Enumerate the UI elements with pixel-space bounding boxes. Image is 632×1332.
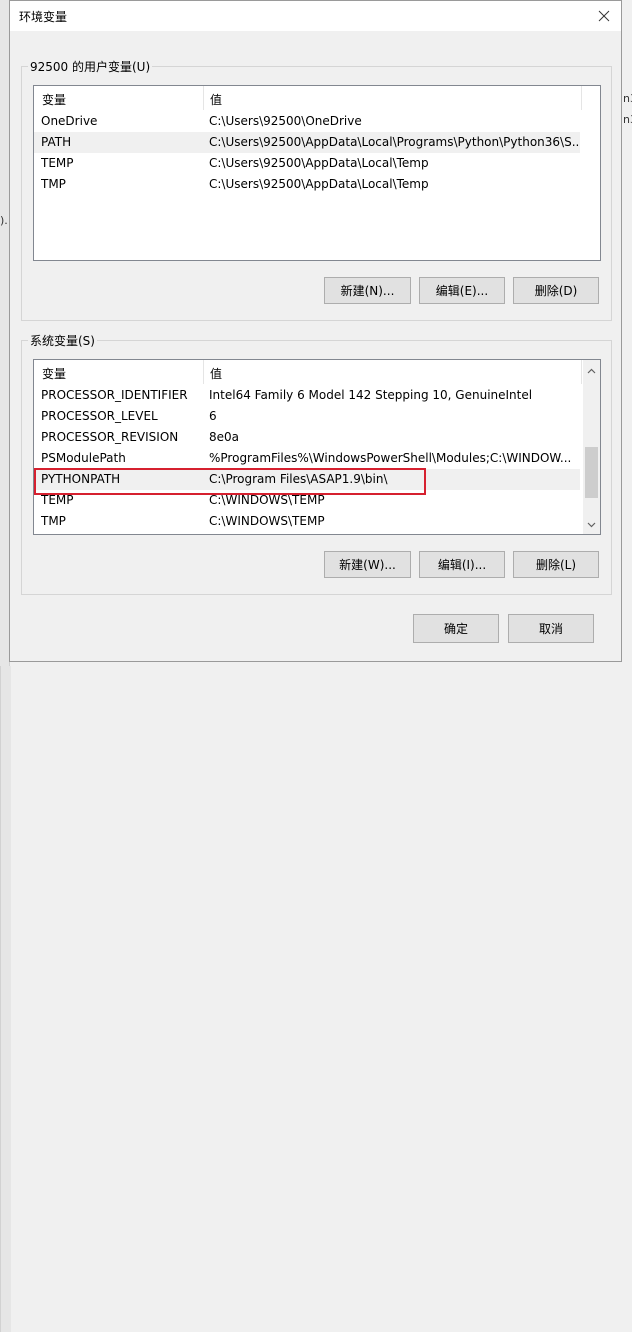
system-new-button[interactable]: 新建(W)... xyxy=(324,551,411,578)
list-header: 变量 值 xyxy=(34,360,600,384)
variable-value: %ProgramFiles%\WindowsPowerShell\Modules… xyxy=(209,451,572,465)
variable-name: OneDrive xyxy=(41,114,98,128)
column-header-variable[interactable]: 变量 xyxy=(42,91,66,108)
table-row[interactable]: TMP C:\WINDOWS\TEMP xyxy=(34,511,580,532)
chevron-down-icon xyxy=(587,522,596,527)
title-bar: 环境变量 xyxy=(10,1,621,31)
window-title: 环境变量 xyxy=(19,10,68,24)
column-header-value[interactable]: 值 xyxy=(210,91,222,108)
background-text: ). xyxy=(0,214,8,227)
column-separator[interactable] xyxy=(581,360,582,384)
variable-value: C:\Users\92500\OneDrive xyxy=(209,114,362,128)
variable-value: C:\WINDOWS\TEMP xyxy=(209,514,325,528)
column-separator[interactable] xyxy=(203,360,204,384)
user-variables-label: 92500 的用户变量(U) xyxy=(28,58,153,75)
variable-name: PROCESSOR_REVISION xyxy=(41,430,179,444)
background-text: n3 xyxy=(623,92,632,105)
variable-value: C:\Users\92500\AppData\Local\Temp xyxy=(209,177,429,191)
table-row[interactable]: OneDrive C:\Users\92500\OneDrive xyxy=(34,111,580,132)
variable-value: C:\Program Files\ASAP1.9\bin\ xyxy=(209,472,388,486)
column-header-value[interactable]: 值 xyxy=(210,365,222,382)
variable-name: TMP xyxy=(41,514,66,528)
cancel-button[interactable]: 取消 xyxy=(508,614,594,643)
table-row[interactable]: PSModulePath %ProgramFiles%\WindowsPower… xyxy=(34,448,580,469)
table-row[interactable]: TEMP C:\WINDOWS\TEMP xyxy=(34,490,580,511)
environment-variables-dialog: 环境变量 92500 的用户变量(U) 变量 值 OneDrive C:\Use… xyxy=(9,0,622,662)
background-text: n3 xyxy=(623,113,632,126)
table-row[interactable]: TEMP C:\Users\92500\AppData\Local\Temp xyxy=(34,153,580,174)
table-row[interactable]: PATH C:\Users\92500\AppData\Local\Progra… xyxy=(34,132,580,153)
variable-name: TEMP xyxy=(41,493,74,507)
background-window-right xyxy=(0,666,11,1332)
variable-name: PSModulePath xyxy=(41,451,126,465)
table-row-pythonpath[interactable]: PYTHONPATH C:\Program Files\ASAP1.9\bin\ xyxy=(34,469,580,490)
user-delete-button[interactable]: 删除(D) xyxy=(513,277,599,304)
column-separator[interactable] xyxy=(581,86,582,110)
table-row[interactable]: PROCESSOR_IDENTIFIER Intel64 Family 6 Mo… xyxy=(34,385,580,406)
scroll-up-button[interactable] xyxy=(583,362,600,379)
ok-button[interactable]: 确定 xyxy=(413,614,499,643)
table-row[interactable]: PROCESSOR_LEVEL 6 xyxy=(34,406,580,427)
variable-value: C:\WINDOWS\TEMP xyxy=(209,493,325,507)
column-header-variable[interactable]: 变量 xyxy=(42,365,66,382)
variable-value: C:\Users\92500\AppData\Local\Programs\Py… xyxy=(209,135,579,149)
variable-name: TMP xyxy=(41,177,66,191)
close-button[interactable] xyxy=(587,1,621,31)
variable-name: PATH xyxy=(41,135,72,149)
user-edit-button[interactable]: 编辑(E)... xyxy=(419,277,505,304)
scroll-thumb[interactable] xyxy=(585,447,598,498)
scroll-down-button[interactable] xyxy=(583,516,600,533)
list-header: 变量 值 xyxy=(34,86,600,110)
vertical-scrollbar[interactable] xyxy=(583,360,600,534)
table-row[interactable]: PROCESSOR_REVISION 8e0a xyxy=(34,427,580,448)
user-variables-list[interactable]: 变量 值 OneDrive C:\Users\92500\OneDrive PA… xyxy=(33,85,601,261)
variable-value: Intel64 Family 6 Model 142 Stepping 10, … xyxy=(209,388,533,402)
variable-value: C:\Users\92500\AppData\Local\Temp xyxy=(209,156,429,170)
variable-value: 8e0a xyxy=(209,430,240,444)
variable-value: 6 xyxy=(209,409,217,423)
variable-name: PROCESSOR_LEVEL xyxy=(41,409,158,423)
user-new-button[interactable]: 新建(N)... xyxy=(324,277,411,304)
system-variables-label: 系统变量(S) xyxy=(28,332,97,349)
chevron-up-icon xyxy=(587,368,596,373)
variable-name: TEMP xyxy=(41,156,74,170)
system-variables-list[interactable]: 变量 值 PROCESSOR_IDENTIFIER Intel64 Family… xyxy=(33,359,601,535)
close-icon xyxy=(598,10,610,22)
system-edit-button[interactable]: 编辑(I)... xyxy=(419,551,505,578)
variable-name: PROCESSOR_IDENTIFIER xyxy=(41,388,188,402)
table-row[interactable]: TMP C:\Users\92500\AppData\Local\Temp xyxy=(34,174,580,195)
system-delete-button[interactable]: 删除(L) xyxy=(513,551,599,578)
variable-name: PYTHONPATH xyxy=(41,472,121,486)
column-separator[interactable] xyxy=(203,86,204,110)
